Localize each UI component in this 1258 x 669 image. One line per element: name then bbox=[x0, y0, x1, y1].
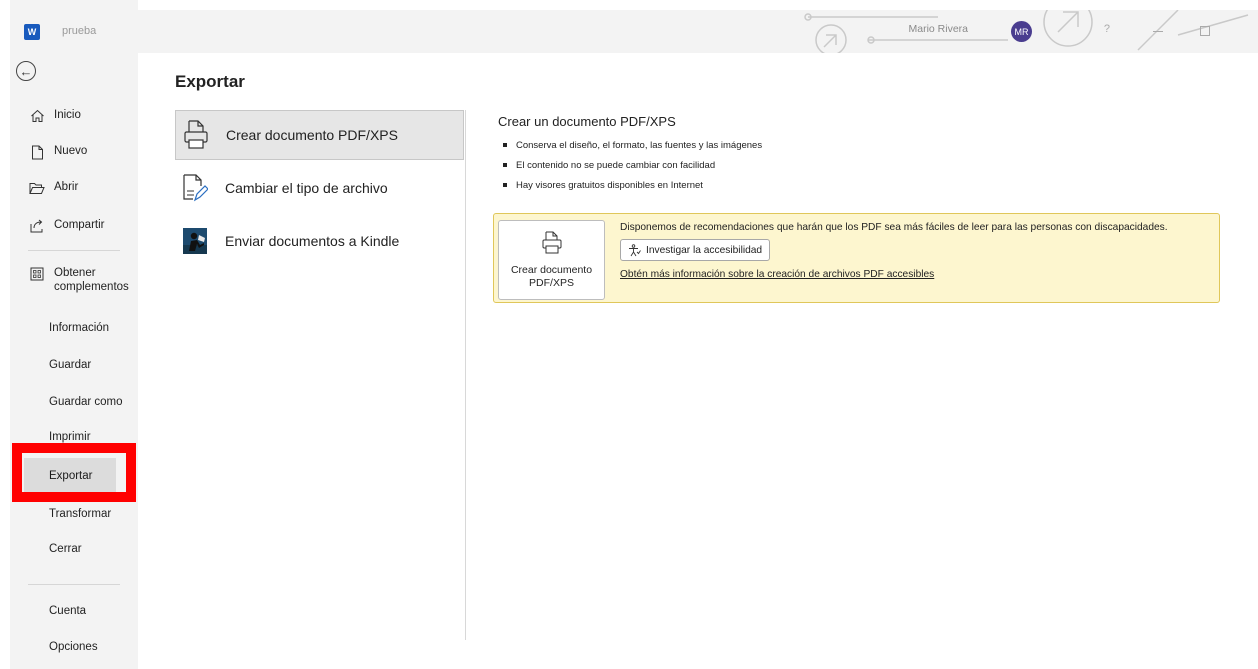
nav-item-compartir[interactable]: Compartir bbox=[10, 218, 138, 234]
nav-label: Transformar bbox=[49, 508, 112, 520]
folder-open-icon bbox=[28, 180, 46, 196]
nav-item-informacion[interactable]: Información bbox=[10, 321, 138, 335]
bullet-icon bbox=[503, 143, 507, 147]
pdf-printer-icon bbox=[542, 231, 562, 260]
nav-item-guardar-como[interactable]: Guardar como bbox=[10, 395, 138, 409]
investigate-accessibility-button[interactable]: Investigar la accesibilidad bbox=[620, 239, 771, 261]
nav-label: Nuevo bbox=[54, 145, 88, 157]
accessibility-button-label: Investigar la accesibilidad bbox=[646, 244, 763, 256]
bullet-item: Conserva el diseño, el formato, las fuen… bbox=[503, 135, 762, 155]
bullet-icon bbox=[503, 183, 507, 187]
accessibility-checker-icon bbox=[628, 243, 641, 257]
title-bar: Mario Rivera MR ? bbox=[138, 10, 1258, 53]
minimize-button[interactable] bbox=[1153, 31, 1163, 32]
change-file-type-icon bbox=[181, 172, 209, 204]
bullet-item: El contenido no se puede cambiar con fac… bbox=[503, 155, 762, 175]
nav-item-opciones[interactable]: Opciones bbox=[10, 640, 138, 654]
help-button[interactable]: ? bbox=[1104, 23, 1110, 35]
accessibility-info-box: Crear documento PDF/XPS Disponemos de re… bbox=[493, 213, 1220, 303]
panel-divider bbox=[465, 110, 466, 640]
nav-label: Cerrar bbox=[49, 543, 82, 555]
nav-label: Abrir bbox=[54, 181, 79, 193]
nav-label: Compartir bbox=[54, 219, 105, 231]
create-pdf-button-label: Crear documento PDF/XPS bbox=[510, 264, 593, 289]
bullet-text: El contenido no se puede cambiar con fac… bbox=[516, 159, 716, 171]
nav-label: Guardar como bbox=[49, 396, 123, 408]
nav-label: Inicio bbox=[54, 109, 81, 121]
kindle-icon bbox=[181, 225, 209, 257]
option-label: Enviar documentos a Kindle bbox=[225, 233, 400, 249]
nav-item-guardar[interactable]: Guardar bbox=[10, 358, 138, 372]
accessibility-info-text: Disponemos de recomendaciones que harán … bbox=[620, 222, 1168, 233]
user-name[interactable]: Mario Rivera bbox=[908, 23, 968, 35]
nav-label: Cuenta bbox=[49, 605, 87, 617]
option-change-file-type[interactable]: Cambiar el tipo de archivo bbox=[175, 163, 464, 213]
back-button[interactable]: ← bbox=[16, 61, 36, 81]
nav-label: Obtener complementos bbox=[54, 267, 129, 293]
word-app-icon: W bbox=[24, 24, 40, 40]
nav-item-nuevo[interactable]: Nuevo bbox=[10, 144, 138, 160]
create-pdf-xps-button[interactable]: Crear documento PDF/XPS bbox=[498, 220, 605, 300]
red-highlight-box bbox=[12, 443, 136, 502]
addins-icon bbox=[28, 266, 46, 282]
bullet-icon bbox=[503, 163, 507, 167]
back-arrow-icon: ← bbox=[19, 63, 33, 79]
option-label: Cambiar el tipo de archivo bbox=[225, 180, 388, 196]
pdf-document-icon bbox=[182, 119, 210, 151]
nav-separator bbox=[28, 250, 120, 251]
nav-item-abrir[interactable]: Abrir bbox=[10, 180, 138, 196]
nav-item-transformar[interactable]: Transformar bbox=[10, 507, 138, 521]
pdf-accessibility-learn-more-link[interactable]: Obtén más información sobre la creación … bbox=[620, 269, 934, 280]
option-label: Crear documento PDF/XPS bbox=[226, 127, 398, 143]
nav-label: Información bbox=[49, 322, 110, 334]
maximize-button[interactable] bbox=[1200, 26, 1210, 36]
new-document-icon bbox=[28, 144, 46, 160]
share-icon bbox=[28, 218, 46, 234]
document-name: prueba bbox=[62, 25, 97, 37]
nav-label: Opciones bbox=[49, 641, 98, 653]
nav-item-cuenta[interactable]: Cuenta bbox=[10, 604, 138, 618]
nav-item-obtener-complementos[interactable]: Obtener complementos bbox=[10, 266, 138, 294]
title-bar-decoration bbox=[804, 10, 1249, 53]
nav-item-cerrar[interactable]: Cerrar bbox=[10, 542, 138, 556]
avatar[interactable]: MR bbox=[1011, 21, 1032, 42]
nav-label: Imprimir bbox=[49, 431, 91, 443]
nav-item-inicio[interactable]: Inicio bbox=[10, 108, 138, 124]
nav-label: Guardar bbox=[49, 359, 92, 371]
bullet-item: Hay visores gratuitos disponibles en Int… bbox=[503, 175, 762, 195]
detail-bullet-list: Conserva el diseño, el formato, las fuen… bbox=[503, 135, 762, 195]
app-header: W prueba bbox=[10, 10, 138, 53]
avatar-initials: MR bbox=[1014, 26, 1029, 37]
nav-item-imprimir[interactable]: Imprimir bbox=[10, 430, 138, 444]
nav-separator bbox=[28, 584, 120, 585]
bullet-text: Hay visores gratuitos disponibles en Int… bbox=[516, 179, 703, 191]
bullet-text: Conserva el diseño, el formato, las fuen… bbox=[516, 139, 763, 151]
option-create-pdf-xps[interactable]: Crear documento PDF/XPS bbox=[175, 110, 464, 160]
home-icon bbox=[28, 108, 46, 124]
option-send-to-kindle[interactable]: Enviar documentos a Kindle bbox=[175, 216, 464, 266]
detail-title: Crear un documento PDF/XPS bbox=[498, 114, 676, 129]
page-title: Exportar bbox=[175, 72, 245, 91]
